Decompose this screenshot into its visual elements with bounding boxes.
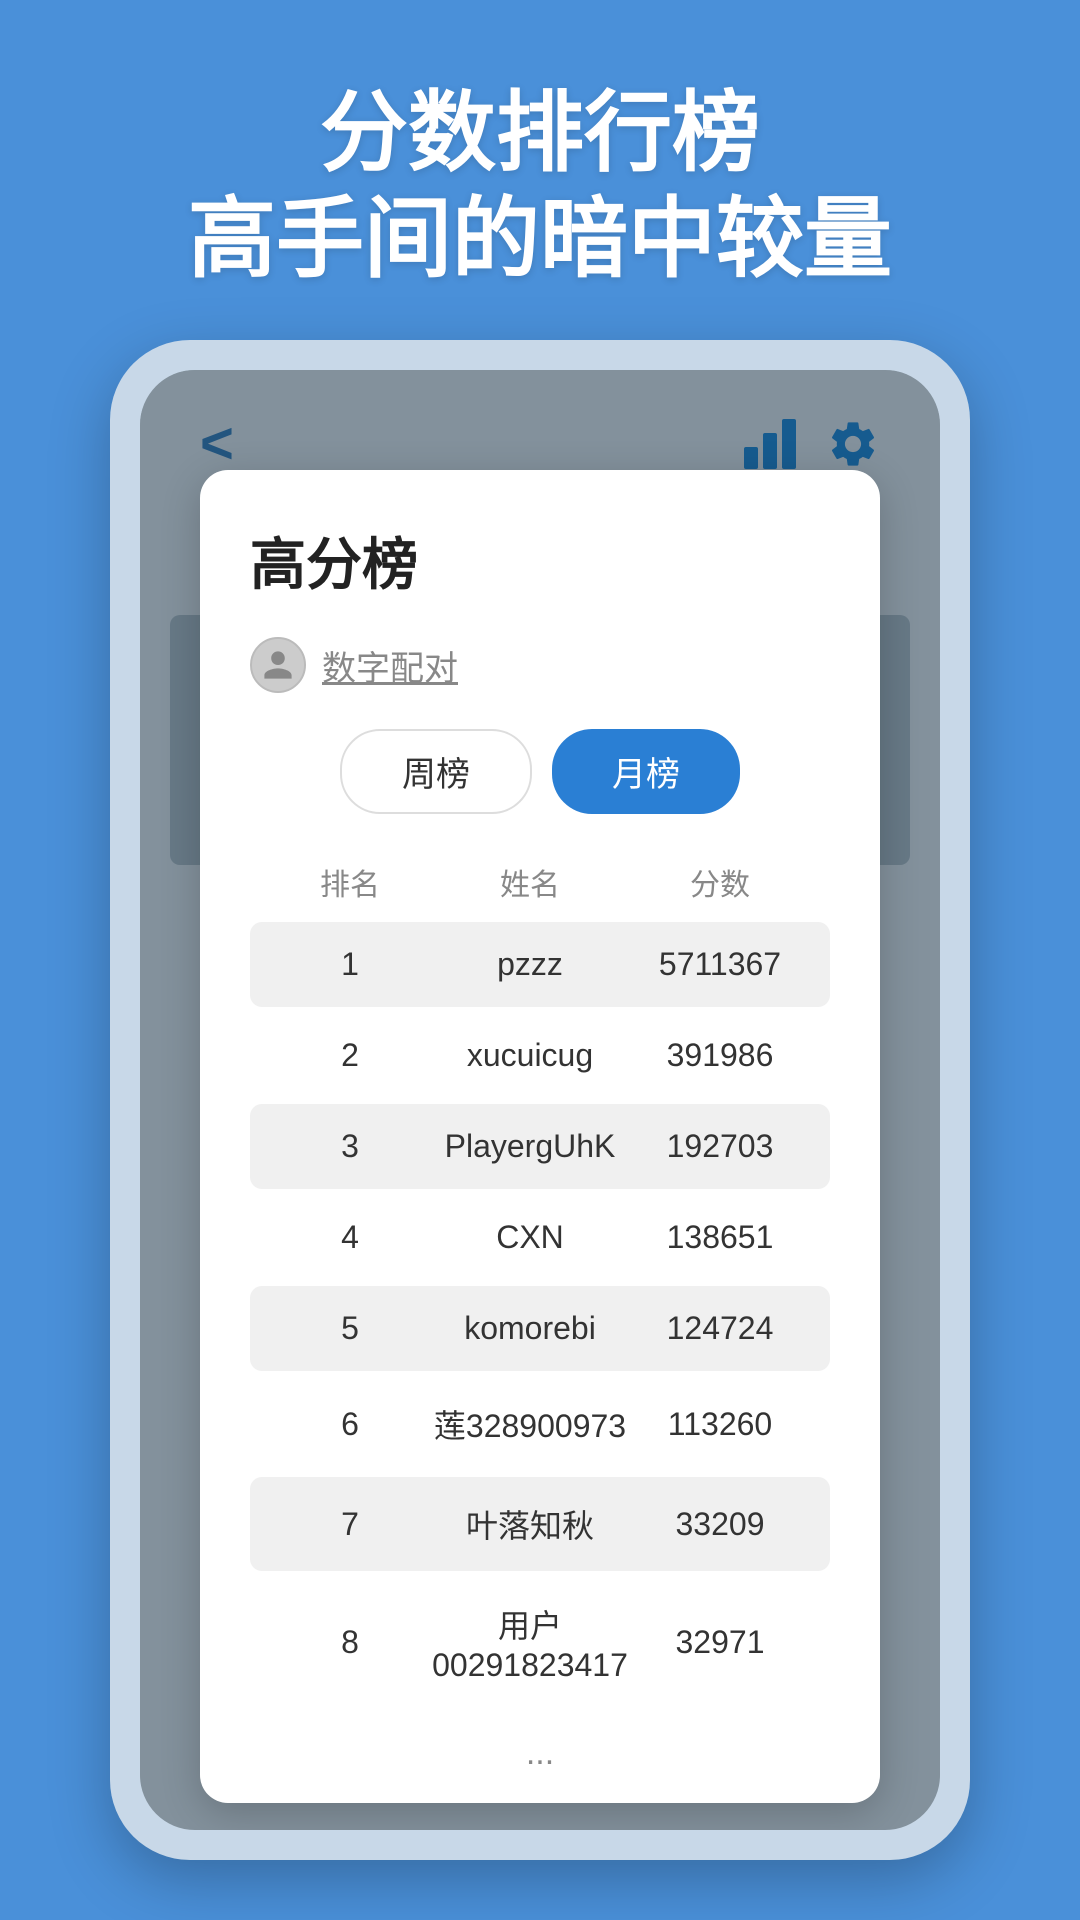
tab-weekly[interactable]: 周榜 — [340, 729, 532, 814]
hero-title-line1: 分数排行榜 — [0, 80, 1080, 186]
header-name: 姓名 — [430, 860, 630, 904]
table-row: 5 komorebi 124724 — [250, 1286, 830, 1371]
close-row: ... — [250, 1714, 830, 1773]
table-row: 8 用户00291823417 32971 — [250, 1577, 830, 1708]
phone-mockup: < 阶段 1 🏆 0 最高分 — [110, 340, 970, 1860]
rank-cell: 4 — [270, 1219, 430, 1256]
table-row: 3 PlayergUhK 192703 — [250, 1104, 830, 1189]
hero-title-line2: 高手间的暗中较量 — [0, 186, 1080, 292]
leaderboard-rows: 1 pzzz 5711367 2 xucuicug 391986 3 Playe… — [250, 922, 830, 1708]
score-cell: 192703 — [630, 1128, 810, 1165]
game-name-link[interactable]: 数字配对 — [322, 641, 458, 690]
avatar-icon — [250, 637, 306, 693]
name-cell: pzzz — [430, 946, 630, 983]
phone-screen: < 阶段 1 🏆 0 最高分 — [140, 370, 940, 1830]
header-rank: 排名 — [270, 860, 430, 904]
score-cell: 33209 — [630, 1501, 810, 1547]
name-cell: komorebi — [430, 1310, 630, 1347]
name-cell: 用户00291823417 — [430, 1601, 630, 1684]
score-cell: 124724 — [630, 1310, 810, 1347]
table-row: 1 pzzz 5711367 — [250, 922, 830, 1007]
leaderboard-modal: 高分榜 数字配对 周榜 月榜 排名 姓名 — [200, 470, 880, 1803]
rank-cell: 7 — [270, 1501, 430, 1547]
modal-title: 高分榜 — [250, 520, 830, 601]
tab-row: 周榜 月榜 — [250, 729, 830, 814]
hero-section: 分数排行榜 高手间的暗中较量 — [0, 0, 1080, 291]
rank-cell: 5 — [270, 1310, 430, 1347]
game-name-row: 数字配对 — [250, 637, 830, 693]
name-cell: CXN — [430, 1219, 630, 1256]
modal-overlay: 高分榜 数字配对 周榜 月榜 排名 姓名 — [140, 370, 940, 1830]
score-cell: 138651 — [630, 1219, 810, 1256]
table-row: 2 xucuicug 391986 — [250, 1013, 830, 1098]
header-score: 分数 — [630, 860, 810, 904]
table-header: 排名 姓名 分数 — [250, 850, 830, 914]
name-cell: 叶落知秋 — [430, 1501, 630, 1547]
rank-cell: 2 — [270, 1037, 430, 1074]
table-row: 7 叶落知秋 33209 — [250, 1477, 830, 1571]
rank-cell: 6 — [270, 1401, 430, 1447]
name-cell: xucuicug — [430, 1037, 630, 1074]
rank-cell: 8 — [270, 1601, 430, 1684]
score-cell: 32971 — [630, 1601, 810, 1684]
table-row: 4 CXN 138651 — [250, 1195, 830, 1280]
rank-cell: 1 — [270, 946, 430, 983]
score-cell: 391986 — [630, 1037, 810, 1074]
name-cell: PlayergUhK — [430, 1128, 630, 1165]
rank-cell: 3 — [270, 1128, 430, 1165]
tab-monthly[interactable]: 月榜 — [552, 729, 740, 814]
name-cell: 莲328900973 — [430, 1401, 630, 1447]
ellipsis: ... — [526, 1734, 554, 1772]
score-cell: 5711367 — [630, 946, 810, 983]
score-cell: 113260 — [630, 1401, 810, 1447]
table-row: 6 莲328900973 113260 — [250, 1377, 830, 1471]
